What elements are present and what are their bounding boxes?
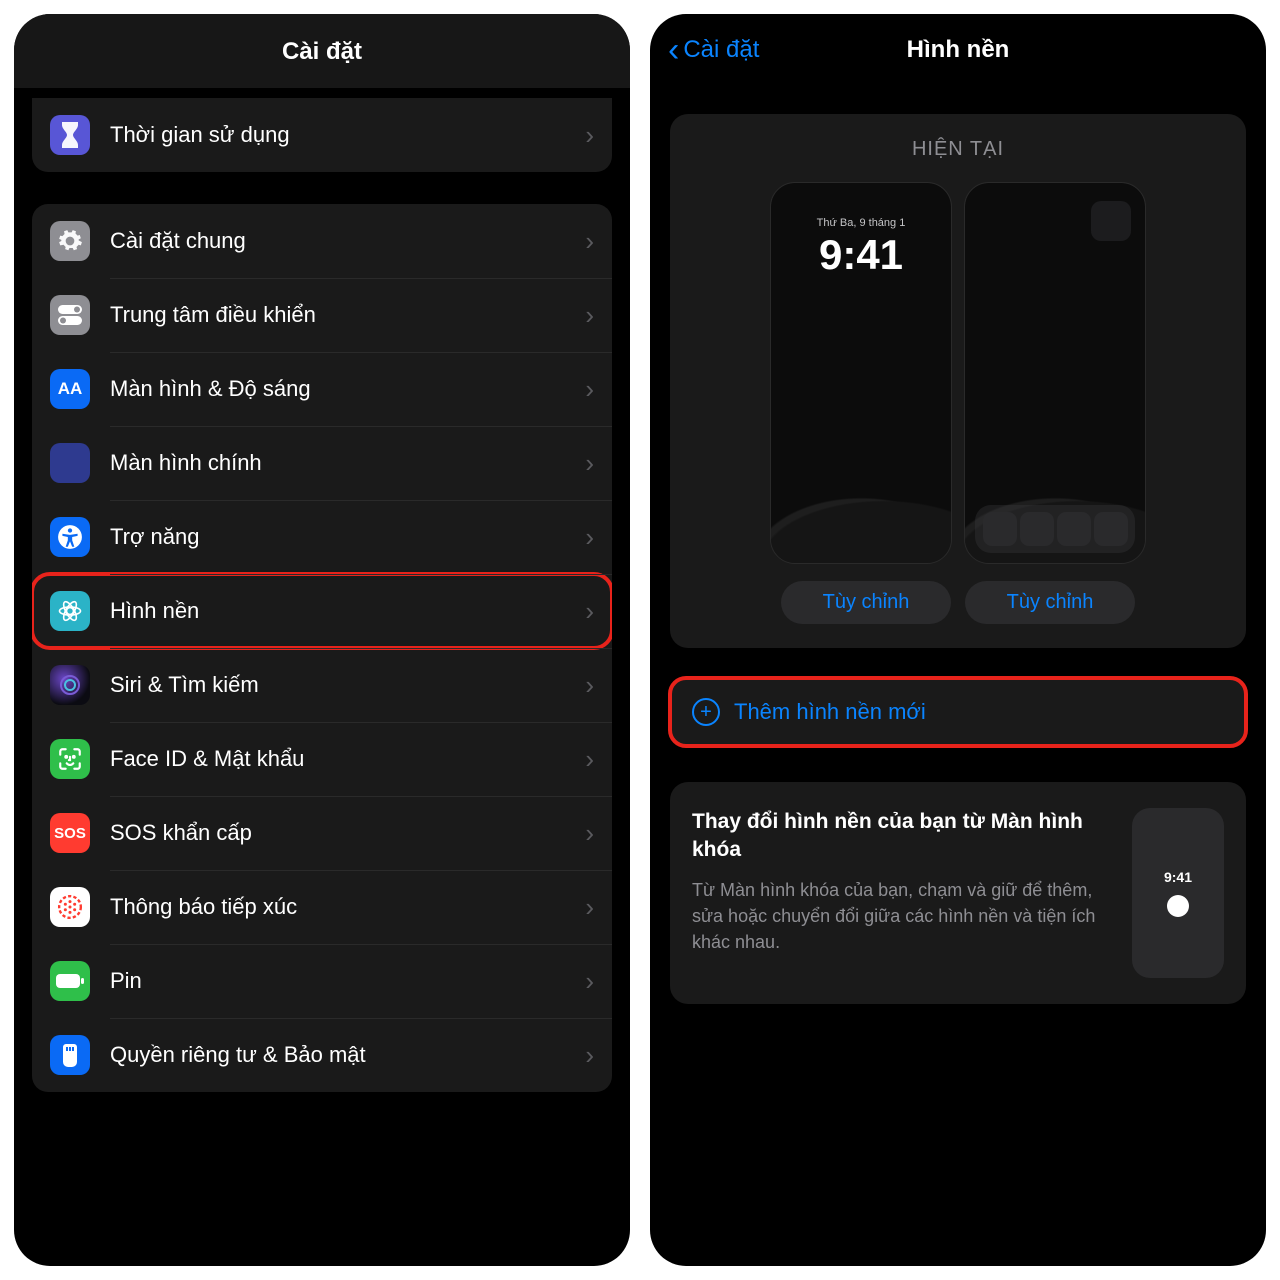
chevron-right-icon: › <box>585 966 594 997</box>
tip-time: 9:41 <box>1164 869 1192 885</box>
tip-illustration-icon: 9:41 <box>1132 808 1224 978</box>
chevron-right-icon: › <box>585 818 594 849</box>
lock-time: 9:41 <box>771 231 951 279</box>
tip-body: Từ Màn hình khóa của bạn, chạm và giữ để… <box>692 877 1112 955</box>
settings-group-top: Thời gian sử dụng › <box>32 98 612 172</box>
row-faceid[interactable]: Face ID & Mật khẩu› <box>32 722 612 796</box>
row-toggles[interactable]: Trung tâm điều khiển› <box>32 278 612 352</box>
hand-privacy-icon <box>50 1035 90 1075</box>
page-title: Cài đặt <box>14 14 630 88</box>
row-label: SOS khẩn cấp <box>110 820 585 846</box>
row-sos[interactable]: SOS SOS khẩn cấp› <box>32 796 612 870</box>
chevron-right-icon: › <box>585 744 594 775</box>
back-label: Cài đặt <box>683 36 759 64</box>
chevron-right-icon: › <box>585 1040 594 1071</box>
plus-circle-icon: + <box>692 698 720 726</box>
chevron-right-icon: › <box>585 522 594 553</box>
row-siri[interactable]: Siri & Tìm kiếm› <box>32 648 612 722</box>
chevron-right-icon: › <box>585 596 594 627</box>
exposure-icon <box>50 887 90 927</box>
settings-group-main: Cài đặt chung›Trung tâm điều khiển›AAMàn… <box>32 204 612 1092</box>
customize-lock-button[interactable]: Tùy chỉnh <box>781 581 951 624</box>
dock-app-icon <box>983 512 1017 546</box>
add-wallpaper-button[interactable]: + Thêm hình nền mới <box>670 678 1246 746</box>
row-label: Màn hình & Độ sáng <box>110 376 585 402</box>
touch-dot-icon <box>1167 895 1189 917</box>
wallpaper-screen: ‹ Cài đặt Hình nền HIỆN TẠI Thứ Ba, 9 th… <box>650 14 1266 1266</box>
dock-app-icon <box>1020 512 1054 546</box>
dock-app-icon <box>1057 512 1091 546</box>
text-size-icon: AA <box>50 369 90 409</box>
current-header: HIỆN TẠI <box>692 138 1224 161</box>
row-label: Màn hình chính <box>110 450 585 476</box>
row-wallpaper-flower[interactable]: Hình nền› <box>32 574 612 648</box>
row-label: Face ID & Mật khẩu <box>110 746 585 772</box>
faceid-icon <box>50 739 90 779</box>
row-label: Trợ năng <box>110 524 585 550</box>
chevron-right-icon: › <box>585 670 594 701</box>
siri-icon <box>50 665 90 705</box>
apps-grid-icon <box>50 443 90 483</box>
tip-card: Thay đổi hình nền của bạn từ Màn hình kh… <box>670 782 1246 1004</box>
current-wallpaper-card: HIỆN TẠI Thứ Ba, 9 tháng 1 9:41 <box>670 114 1246 648</box>
chevron-right-icon: › <box>585 892 594 923</box>
lockscreen-preview[interactable]: Thứ Ba, 9 tháng 1 9:41 <box>771 183 951 563</box>
tip-title: Thay đổi hình nền của bạn từ Màn hình kh… <box>692 808 1112 865</box>
chevron-right-icon: › <box>585 374 594 405</box>
row-apps-grid[interactable]: Màn hình chính› <box>32 426 612 500</box>
nav-bar: ‹ Cài đặt Hình nền <box>650 14 1266 80</box>
sos-icon: SOS <box>50 813 90 853</box>
gear-icon <box>50 221 90 261</box>
row-screentime[interactable]: Thời gian sử dụng › <box>32 98 612 172</box>
row-label: Quyền riêng tư & Bảo mật <box>110 1042 585 1068</box>
homescreen-preview[interactable] <box>965 183 1145 563</box>
row-exposure[interactable]: Thông báo tiếp xúc› <box>32 870 612 944</box>
chevron-left-icon: ‹ <box>668 40 679 60</box>
chevron-right-icon: › <box>585 120 594 151</box>
tip-text: Thay đổi hình nền của bạn từ Màn hình kh… <box>692 808 1112 978</box>
row-label: Pin <box>110 968 585 994</box>
chevron-right-icon: › <box>585 226 594 257</box>
add-wallpaper-label: Thêm hình nền mới <box>734 699 926 725</box>
row-label: Cài đặt chung <box>110 228 585 254</box>
customize-buttons: Tùy chỉnh Tùy chỉnh <box>692 581 1224 624</box>
row-hand-privacy[interactable]: Quyền riêng tư & Bảo mật› <box>32 1018 612 1092</box>
back-button[interactable]: ‹ Cài đặt <box>668 36 759 64</box>
row-gear[interactable]: Cài đặt chung› <box>32 204 612 278</box>
toggles-icon <box>50 295 90 335</box>
chevron-right-icon: › <box>585 448 594 479</box>
row-label: Thời gian sử dụng <box>110 122 585 148</box>
row-label: Thông báo tiếp xúc <box>110 894 585 920</box>
wallpaper-previews: Thứ Ba, 9 tháng 1 9:41 <box>692 183 1224 563</box>
dock-app-icon <box>1094 512 1128 546</box>
widget-placeholder-icon <box>1091 201 1131 241</box>
battery-icon <box>50 961 90 1001</box>
row-label: Siri & Tìm kiếm <box>110 672 585 698</box>
wallpaper-flower-icon <box>50 591 90 631</box>
customize-home-button[interactable]: Tùy chỉnh <box>965 581 1135 624</box>
accessibility-icon <box>50 517 90 557</box>
row-text-size[interactable]: AA Màn hình & Độ sáng› <box>32 352 612 426</box>
settings-list: Thời gian sử dụng › Cài đặt chung›Trung … <box>14 88 630 1092</box>
wallpaper-body: HIỆN TẠI Thứ Ba, 9 tháng 1 9:41 <box>650 80 1266 1004</box>
row-battery[interactable]: Pin› <box>32 944 612 1018</box>
row-accessibility[interactable]: Trợ năng› <box>32 500 612 574</box>
dock <box>975 505 1135 553</box>
chevron-right-icon: › <box>585 300 594 331</box>
settings-screen: Cài đặt Thời gian sử dụng › Cài đặt chun… <box>14 14 630 1266</box>
row-label: Hình nền <box>110 598 585 624</box>
row-label: Trung tâm điều khiển <box>110 302 585 328</box>
hourglass-icon <box>50 115 90 155</box>
lock-date: Thứ Ba, 9 tháng 1 <box>771 217 951 229</box>
